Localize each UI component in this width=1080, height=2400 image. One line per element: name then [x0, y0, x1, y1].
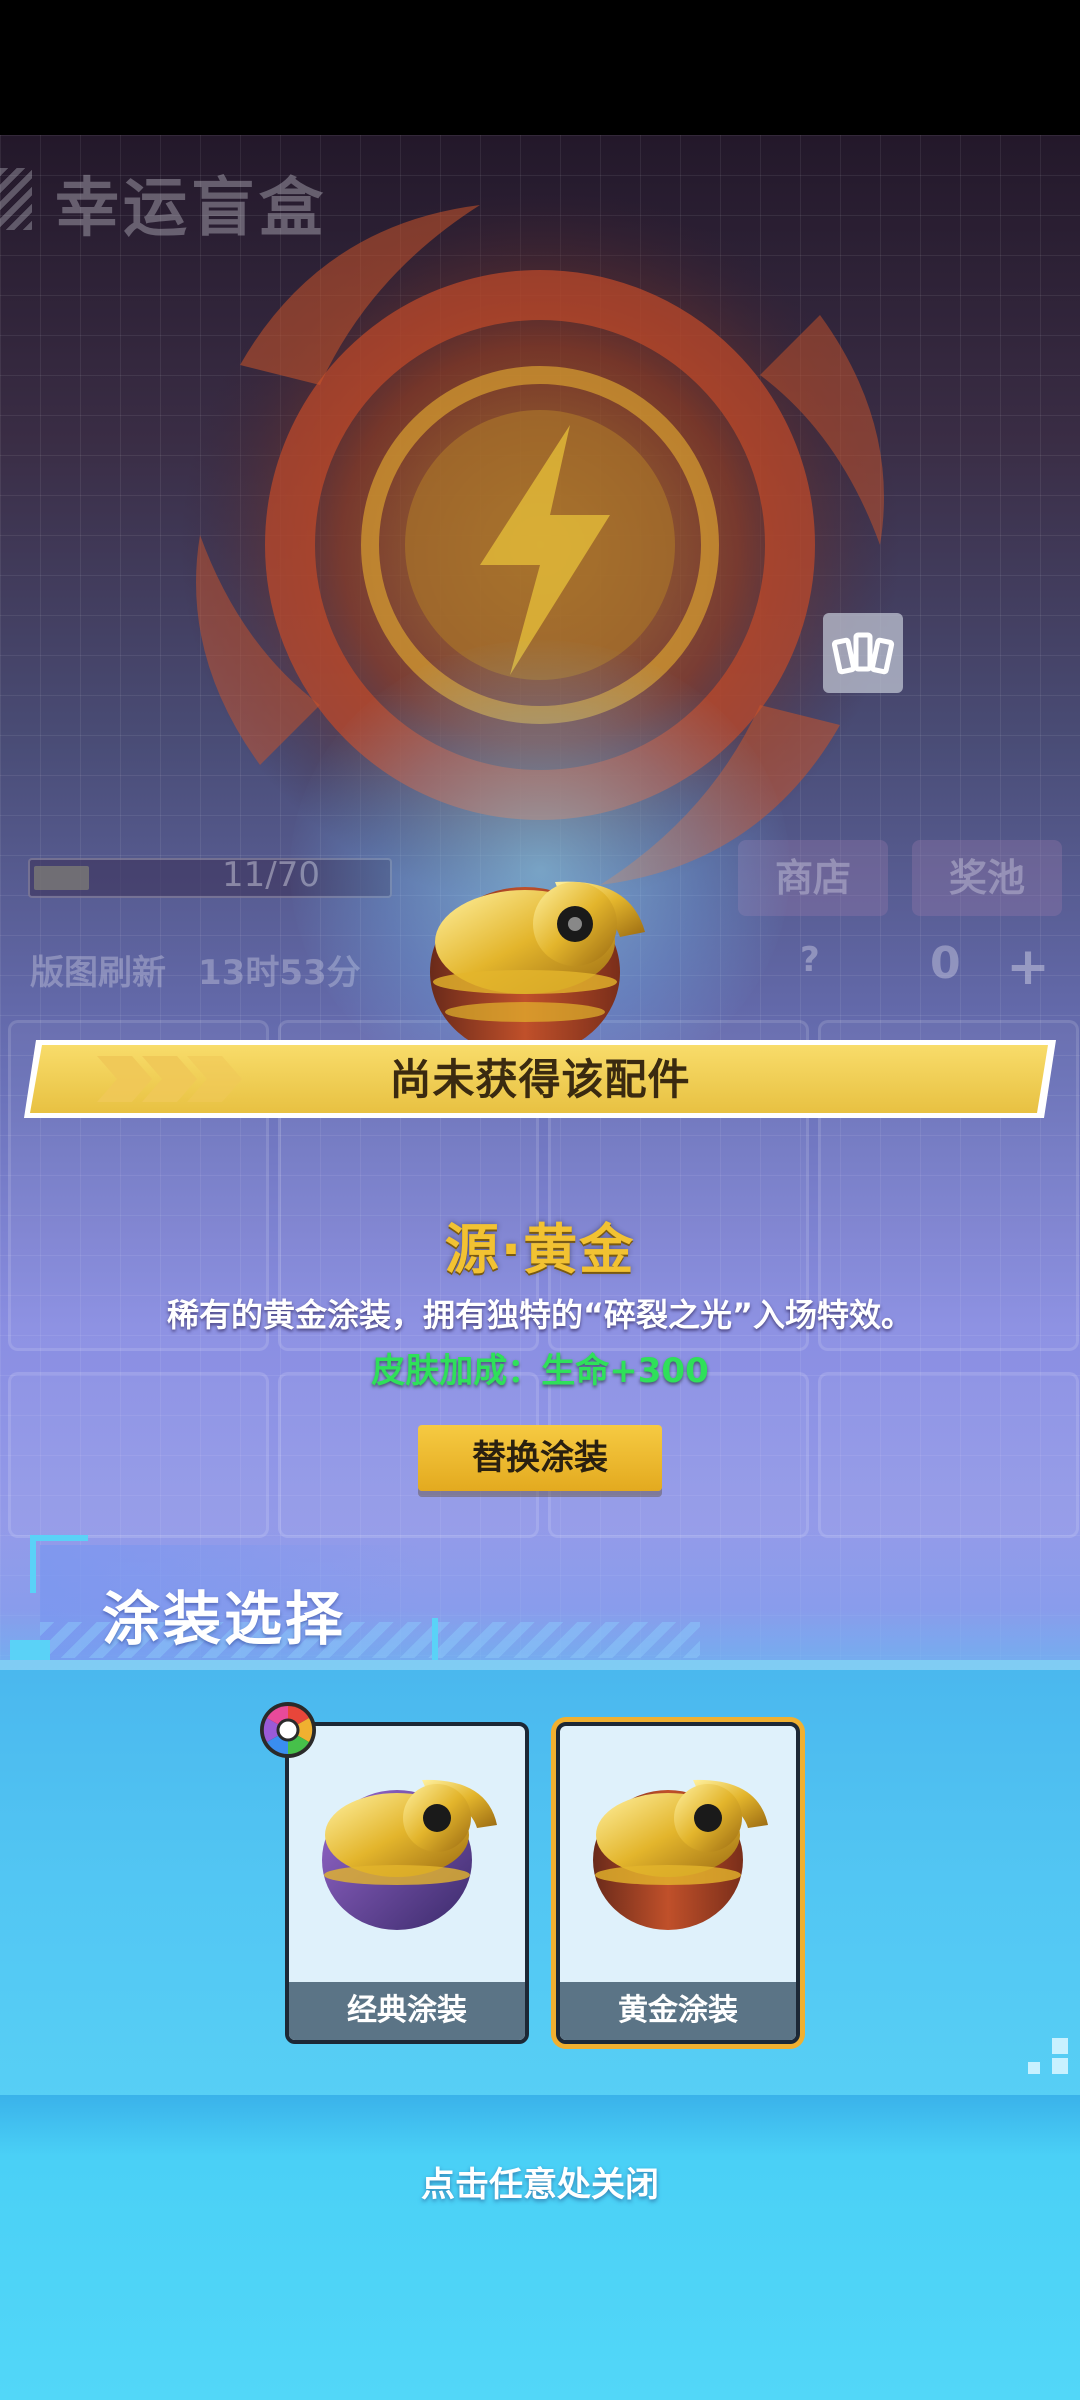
add-currency-button[interactable]: + — [1003, 941, 1053, 993]
corner-decoration — [30, 1535, 88, 1593]
gold-skin-image — [593, 1779, 768, 1930]
item-name: 源·黄金 — [444, 1218, 636, 1281]
board-card — [8, 1372, 269, 1538]
square-decoration — [1052, 2038, 1068, 2054]
currency-count: 0 — [930, 938, 961, 989]
title-stripes-decoration — [0, 168, 32, 230]
tab-prize-pool[interactable]: 奖池 — [912, 840, 1062, 916]
skin-panel — [0, 1660, 1080, 2100]
close-hint: 点击任意处关闭 — [421, 2165, 659, 2205]
color-wheel-icon — [260, 1702, 316, 1758]
help-icon[interactable]: ? — [800, 940, 820, 980]
square-decoration — [1028, 2062, 1040, 2074]
classic-skin-image — [322, 1779, 497, 1930]
spinning-top-item-image — [430, 881, 645, 1057]
status-bar-area — [0, 0, 1080, 135]
skin-card-gold[interactable]: 黄金涂装 — [556, 1722, 800, 2044]
refresh-label: 版图刷新 — [30, 953, 166, 993]
skin-card-classic[interactable]: 经典涂装 — [285, 1722, 529, 2044]
gold-skin-label: 黄金涂装 — [560, 1982, 796, 2040]
status-banner-text: 尚未获得该配件 — [389, 1055, 691, 1104]
board-card — [818, 1372, 1079, 1538]
classic-skin-label: 经典涂装 — [289, 1982, 525, 2040]
progress-fill — [34, 866, 89, 890]
item-description: 稀有的黄金涂装，拥有独特的“碎裂之光”入场特效。 — [166, 1296, 914, 1334]
share-button[interactable] — [823, 613, 903, 693]
skin-panel-title: 涂装选择 — [102, 1585, 347, 1653]
skin-bonus: 皮肤加成：生命+300 — [371, 1351, 709, 1391]
close-overlay-area[interactable] — [0, 2095, 1080, 2400]
replace-skin-button[interactable]: 替换涂装 — [418, 1425, 662, 1491]
share-icon — [831, 632, 895, 675]
square-decoration — [1052, 2058, 1068, 2074]
page-title: 幸运盲盒 — [55, 172, 327, 246]
